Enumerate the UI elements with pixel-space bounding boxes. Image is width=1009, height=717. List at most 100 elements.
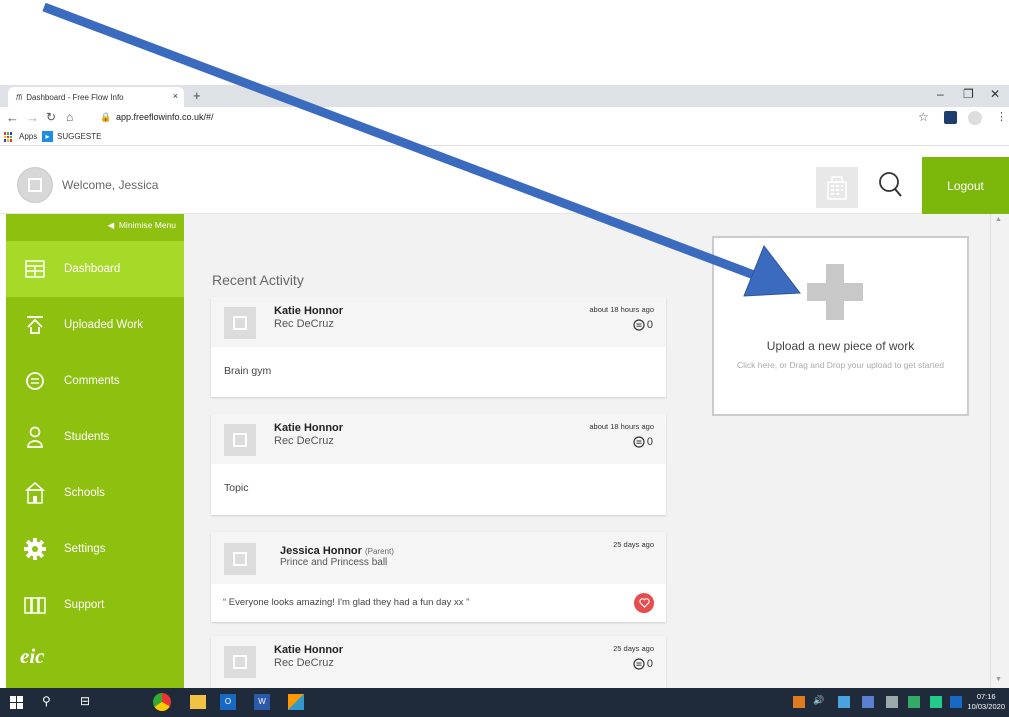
scroll-up-icon[interactable]: ▲ <box>995 216 1002 223</box>
activity-time: about 18 hours ago <box>589 305 654 314</box>
sidebar-item-schools[interactable]: Schools <box>6 465 184 521</box>
author-class: Rec DeCruz <box>274 318 334 330</box>
avatar-placeholder-icon <box>233 316 247 330</box>
sidebar-item-support[interactable]: Support <box>6 577 184 633</box>
task-view-icon[interactable]: ⊟ <box>80 694 90 713</box>
system-clock[interactable]: 07:16 10/03/2020 <box>967 692 1005 712</box>
author-name: Katie Honnor <box>274 422 344 434</box>
star-bookmark-icon[interactable]: ☆ <box>918 110 929 124</box>
avatar-placeholder-icon <box>28 178 42 192</box>
sidebar-item-dashboard[interactable]: Dashboard <box>6 241 184 297</box>
forward-icon[interactable]: → <box>26 110 39 125</box>
dashboard-icon <box>6 260 64 278</box>
activity-card[interactable]: Katie Honnor Rec DeCruz about 18 hours a… <box>211 297 666 397</box>
search-icon[interactable]: ⚲ <box>42 694 51 713</box>
app-header: Welcome, Jessica Logout <box>0 157 1009 214</box>
activity-card[interactable]: Jessica Honnor (Parent) Prince and Princ… <box>211 532 666 622</box>
lock-icon: 🔒 <box>100 112 112 122</box>
tray-icon[interactable] <box>886 696 898 708</box>
minimise-menu-label: Minimise Menu <box>118 220 176 230</box>
sidebar: ◀ Minimise Menu Dashboard Uploaded Work … <box>6 214 184 688</box>
sidebar-item-comments[interactable]: Comments <box>6 353 184 409</box>
bookmark-apps[interactable]: Apps <box>19 132 37 141</box>
comment-count[interactable]: 0 <box>633 658 653 670</box>
comment-icon <box>6 371 64 391</box>
sidebar-item-label: Comments <box>64 375 120 387</box>
activity-body: Brain gym <box>224 365 272 377</box>
browser-menu-icon[interactable]: ⋮ <box>996 110 1007 123</box>
minimise-menu-button[interactable]: ◀ Minimise Menu <box>6 220 184 231</box>
recent-activity-title: Recent Activity <box>212 272 304 288</box>
new-tab-button[interactable]: + <box>193 88 201 103</box>
building-icon[interactable] <box>816 167 858 208</box>
restore-window-icon[interactable]: ❐ <box>963 87 974 101</box>
sidebar-item-settings[interactable]: Settings <box>6 521 184 577</box>
sidebar-item-uploaded-work[interactable]: Uploaded Work <box>6 297 184 353</box>
outlook-icon[interactable]: O <box>220 694 236 710</box>
activity-card[interactable]: Katie Honnor Rec DeCruz 25 days ago 0 <box>211 636 666 688</box>
logout-button[interactable]: Logout <box>922 157 1009 214</box>
eic-logo: eic <box>20 644 45 668</box>
heart-like-icon[interactable] <box>634 593 654 613</box>
windows-taskbar: ⚲ ⊟ O W 🔊 07:16 10/03/2020 <box>0 688 1009 717</box>
author-name: Katie Honnor <box>274 305 344 317</box>
comment-body: “ Everyone looks amazing! I'm glad they … <box>211 584 666 622</box>
word-icon[interactable]: W <box>254 694 270 710</box>
back-icon[interactable]: ← <box>6 110 19 125</box>
author-avatar <box>224 307 256 339</box>
author-name: Katie Honnor <box>274 644 344 656</box>
tray-icon[interactable] <box>862 696 874 708</box>
file-explorer-icon[interactable] <box>190 695 206 709</box>
tray-icon[interactable] <box>930 696 942 708</box>
comment-count[interactable]: 0 <box>633 436 653 448</box>
extension-icon[interactable] <box>944 111 957 124</box>
tray-outlook-icon[interactable] <box>950 696 962 708</box>
chrome-icon[interactable] <box>153 693 171 711</box>
apps-grid-icon <box>4 132 14 142</box>
sidebar-item-label: Students <box>64 431 110 443</box>
avatar-placeholder-icon <box>233 655 247 669</box>
author-role: (Parent) <box>364 547 394 556</box>
students-icon <box>6 426 64 448</box>
sidebar-item-label: Settings <box>64 543 106 555</box>
gear-icon <box>6 538 64 560</box>
tray-icon[interactable] <box>838 696 850 708</box>
support-icon <box>6 596 64 614</box>
main-content: Recent Activity Katie Honnor Rec DeCruz … <box>184 214 990 688</box>
close-window-icon[interactable]: ✕ <box>990 87 1000 101</box>
home-icon[interactable]: ⌂ <box>66 110 73 124</box>
author-avatar <box>224 646 256 678</box>
browser-tab-strip: ffi Dashboard - Free Flow Info × + – ❐ ✕ <box>0 85 1009 107</box>
user-avatar[interactable] <box>17 167 53 203</box>
profile-icon[interactable] <box>968 111 982 125</box>
bookmark-suggeste[interactable]: SUGGESTE <box>57 132 101 141</box>
url-field[interactable]: app.freeflowinfo.co.uk/#/ <box>116 112 214 122</box>
sidebar-item-label: Schools <box>64 487 105 499</box>
tray-app-icon[interactable] <box>793 696 805 708</box>
reload-icon[interactable]: ↻ <box>46 110 56 124</box>
tab-close-icon[interactable]: × <box>173 91 178 101</box>
vertical-scrollbar[interactable]: ▲ ▼ <box>990 214 1009 688</box>
app-icon[interactable] <box>288 694 304 710</box>
activity-card[interactable]: Katie Honnor Rec DeCruz about 18 hours a… <box>211 414 666 515</box>
plus-icon-bar <box>807 283 863 301</box>
comment-count[interactable]: 0 <box>633 319 653 331</box>
school-icon <box>6 482 64 504</box>
windows-start-icon[interactable] <box>10 696 23 715</box>
browser-tab[interactable]: ffi Dashboard - Free Flow Info × <box>8 87 184 107</box>
sidebar-item-label: Dashboard <box>64 263 121 275</box>
work-title: Prince and Princess ball <box>280 557 388 568</box>
volume-icon[interactable]: 🔊 <box>813 695 824 714</box>
minimize-window-icon[interactable]: – <box>937 87 944 101</box>
sidebar-item-label: Uploaded Work <box>64 319 144 331</box>
avatar-placeholder-icon <box>233 552 247 566</box>
search-icon[interactable] <box>878 171 904 204</box>
caret-left-icon: ◀ <box>107 220 119 230</box>
activity-time: 25 days ago <box>613 540 654 549</box>
activity-time: about 18 hours ago <box>589 422 654 431</box>
tray-icon[interactable] <box>908 696 920 708</box>
upload-work-dropzone[interactable]: Upload a new piece of work Click here, o… <box>712 236 969 416</box>
activity-body: Topic <box>224 482 249 494</box>
scroll-down-icon[interactable]: ▼ <box>995 676 1002 683</box>
sidebar-item-students[interactable]: Students <box>6 409 184 465</box>
